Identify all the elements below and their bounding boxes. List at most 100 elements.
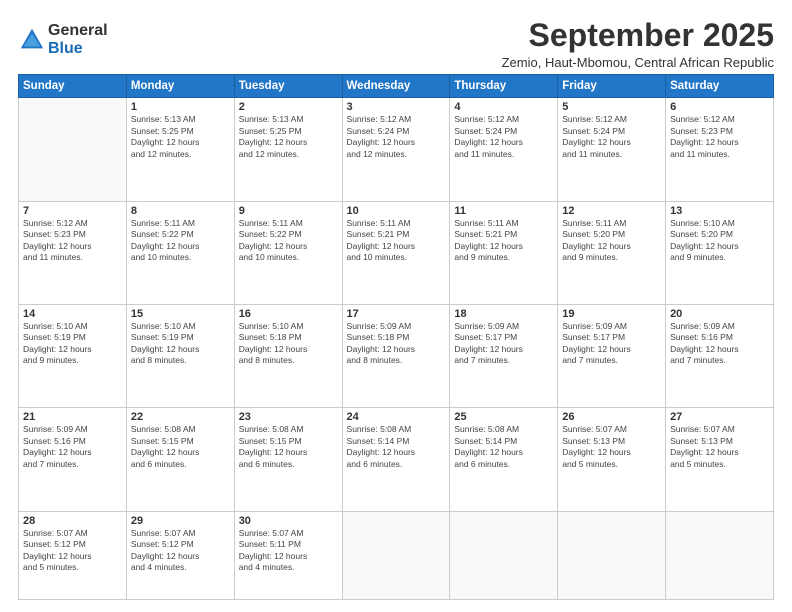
calendar-cell: 18Sunrise: 5:09 AM Sunset: 5:17 PM Dayli… bbox=[450, 304, 558, 407]
day-info: Sunrise: 5:08 AM Sunset: 5:15 PM Dayligh… bbox=[239, 424, 338, 470]
col-header-sunday: Sunday bbox=[19, 75, 127, 98]
calendar-cell: 9Sunrise: 5:11 AM Sunset: 5:22 PM Daylig… bbox=[234, 201, 342, 304]
day-number: 5 bbox=[562, 101, 661, 113]
calendar-week-row: 7Sunrise: 5:12 AM Sunset: 5:23 PM Daylig… bbox=[19, 201, 774, 304]
col-header-thursday: Thursday bbox=[450, 75, 558, 98]
header: General Blue September 2025 Zemio, Haut-… bbox=[18, 18, 774, 70]
day-info: Sunrise: 5:11 AM Sunset: 5:22 PM Dayligh… bbox=[239, 218, 338, 264]
calendar-cell: 10Sunrise: 5:11 AM Sunset: 5:21 PM Dayli… bbox=[342, 201, 450, 304]
calendar-cell: 29Sunrise: 5:07 AM Sunset: 5:12 PM Dayli… bbox=[126, 511, 234, 599]
day-number: 26 bbox=[562, 411, 661, 423]
calendar-header-row: SundayMondayTuesdayWednesdayThursdayFrid… bbox=[19, 75, 774, 98]
logo-general: General bbox=[48, 22, 108, 40]
day-number: 7 bbox=[23, 205, 122, 217]
day-info: Sunrise: 5:10 AM Sunset: 5:20 PM Dayligh… bbox=[670, 218, 769, 264]
day-number: 11 bbox=[454, 205, 553, 217]
day-number: 22 bbox=[131, 411, 230, 423]
day-number: 9 bbox=[239, 205, 338, 217]
calendar-cell: 4Sunrise: 5:12 AM Sunset: 5:24 PM Daylig… bbox=[450, 98, 558, 201]
day-number: 13 bbox=[670, 205, 769, 217]
calendar-cell: 6Sunrise: 5:12 AM Sunset: 5:23 PM Daylig… bbox=[666, 98, 774, 201]
title-block: September 2025 Zemio, Haut-Mbomou, Centr… bbox=[502, 18, 774, 70]
calendar-cell bbox=[342, 511, 450, 599]
day-info: Sunrise: 5:09 AM Sunset: 5:18 PM Dayligh… bbox=[347, 321, 446, 367]
page: General Blue September 2025 Zemio, Haut-… bbox=[0, 0, 792, 612]
day-info: Sunrise: 5:09 AM Sunset: 5:17 PM Dayligh… bbox=[562, 321, 661, 367]
day-info: Sunrise: 5:12 AM Sunset: 5:23 PM Dayligh… bbox=[23, 218, 122, 264]
day-number: 25 bbox=[454, 411, 553, 423]
calendar-cell: 24Sunrise: 5:08 AM Sunset: 5:14 PM Dayli… bbox=[342, 408, 450, 511]
calendar-week-row: 14Sunrise: 5:10 AM Sunset: 5:19 PM Dayli… bbox=[19, 304, 774, 407]
day-number: 28 bbox=[23, 515, 122, 527]
calendar-cell: 30Sunrise: 5:07 AM Sunset: 5:11 PM Dayli… bbox=[234, 511, 342, 599]
calendar-week-row: 21Sunrise: 5:09 AM Sunset: 5:16 PM Dayli… bbox=[19, 408, 774, 511]
calendar-cell bbox=[19, 98, 127, 201]
day-info: Sunrise: 5:07 AM Sunset: 5:13 PM Dayligh… bbox=[670, 424, 769, 470]
day-number: 19 bbox=[562, 308, 661, 320]
calendar-cell: 5Sunrise: 5:12 AM Sunset: 5:24 PM Daylig… bbox=[558, 98, 666, 201]
day-number: 4 bbox=[454, 101, 553, 113]
day-info: Sunrise: 5:08 AM Sunset: 5:14 PM Dayligh… bbox=[347, 424, 446, 470]
day-info: Sunrise: 5:13 AM Sunset: 5:25 PM Dayligh… bbox=[239, 114, 338, 160]
calendar-cell: 19Sunrise: 5:09 AM Sunset: 5:17 PM Dayli… bbox=[558, 304, 666, 407]
col-header-tuesday: Tuesday bbox=[234, 75, 342, 98]
day-info: Sunrise: 5:07 AM Sunset: 5:12 PM Dayligh… bbox=[23, 528, 122, 574]
day-info: Sunrise: 5:11 AM Sunset: 5:20 PM Dayligh… bbox=[562, 218, 661, 264]
col-header-saturday: Saturday bbox=[666, 75, 774, 98]
day-info: Sunrise: 5:10 AM Sunset: 5:18 PM Dayligh… bbox=[239, 321, 338, 367]
day-info: Sunrise: 5:08 AM Sunset: 5:15 PM Dayligh… bbox=[131, 424, 230, 470]
calendar-cell: 16Sunrise: 5:10 AM Sunset: 5:18 PM Dayli… bbox=[234, 304, 342, 407]
day-info: Sunrise: 5:10 AM Sunset: 5:19 PM Dayligh… bbox=[131, 321, 230, 367]
day-info: Sunrise: 5:09 AM Sunset: 5:17 PM Dayligh… bbox=[454, 321, 553, 367]
month-title: September 2025 bbox=[502, 18, 774, 53]
day-number: 3 bbox=[347, 101, 446, 113]
col-header-monday: Monday bbox=[126, 75, 234, 98]
calendar-week-row: 1Sunrise: 5:13 AM Sunset: 5:25 PM Daylig… bbox=[19, 98, 774, 201]
calendar-cell: 26Sunrise: 5:07 AM Sunset: 5:13 PM Dayli… bbox=[558, 408, 666, 511]
day-info: Sunrise: 5:07 AM Sunset: 5:13 PM Dayligh… bbox=[562, 424, 661, 470]
day-info: Sunrise: 5:12 AM Sunset: 5:24 PM Dayligh… bbox=[562, 114, 661, 160]
day-number: 8 bbox=[131, 205, 230, 217]
day-info: Sunrise: 5:07 AM Sunset: 5:11 PM Dayligh… bbox=[239, 528, 338, 574]
day-info: Sunrise: 5:10 AM Sunset: 5:19 PM Dayligh… bbox=[23, 321, 122, 367]
day-info: Sunrise: 5:08 AM Sunset: 5:14 PM Dayligh… bbox=[454, 424, 553, 470]
calendar-cell: 23Sunrise: 5:08 AM Sunset: 5:15 PM Dayli… bbox=[234, 408, 342, 511]
calendar-cell: 27Sunrise: 5:07 AM Sunset: 5:13 PM Dayli… bbox=[666, 408, 774, 511]
day-number: 18 bbox=[454, 308, 553, 320]
day-info: Sunrise: 5:13 AM Sunset: 5:25 PM Dayligh… bbox=[131, 114, 230, 160]
calendar-cell: 2Sunrise: 5:13 AM Sunset: 5:25 PM Daylig… bbox=[234, 98, 342, 201]
day-info: Sunrise: 5:11 AM Sunset: 5:21 PM Dayligh… bbox=[347, 218, 446, 264]
calendar-cell: 3Sunrise: 5:12 AM Sunset: 5:24 PM Daylig… bbox=[342, 98, 450, 201]
calendar-cell: 1Sunrise: 5:13 AM Sunset: 5:25 PM Daylig… bbox=[126, 98, 234, 201]
day-info: Sunrise: 5:12 AM Sunset: 5:24 PM Dayligh… bbox=[347, 114, 446, 160]
calendar-cell: 14Sunrise: 5:10 AM Sunset: 5:19 PM Dayli… bbox=[19, 304, 127, 407]
day-number: 12 bbox=[562, 205, 661, 217]
day-number: 17 bbox=[347, 308, 446, 320]
day-number: 24 bbox=[347, 411, 446, 423]
day-info: Sunrise: 5:12 AM Sunset: 5:24 PM Dayligh… bbox=[454, 114, 553, 160]
day-number: 30 bbox=[239, 515, 338, 527]
day-number: 2 bbox=[239, 101, 338, 113]
day-info: Sunrise: 5:12 AM Sunset: 5:23 PM Dayligh… bbox=[670, 114, 769, 160]
col-header-wednesday: Wednesday bbox=[342, 75, 450, 98]
day-info: Sunrise: 5:11 AM Sunset: 5:21 PM Dayligh… bbox=[454, 218, 553, 264]
calendar-cell: 21Sunrise: 5:09 AM Sunset: 5:16 PM Dayli… bbox=[19, 408, 127, 511]
day-number: 16 bbox=[239, 308, 338, 320]
calendar-table: SundayMondayTuesdayWednesdayThursdayFrid… bbox=[18, 74, 774, 600]
day-number: 23 bbox=[239, 411, 338, 423]
day-info: Sunrise: 5:11 AM Sunset: 5:22 PM Dayligh… bbox=[131, 218, 230, 264]
logo-text: General Blue bbox=[48, 22, 108, 57]
day-number: 14 bbox=[23, 308, 122, 320]
location-subtitle: Zemio, Haut-Mbomou, Central African Repu… bbox=[502, 55, 774, 70]
day-info: Sunrise: 5:09 AM Sunset: 5:16 PM Dayligh… bbox=[23, 424, 122, 470]
day-number: 29 bbox=[131, 515, 230, 527]
day-number: 21 bbox=[23, 411, 122, 423]
calendar-cell: 25Sunrise: 5:08 AM Sunset: 5:14 PM Dayli… bbox=[450, 408, 558, 511]
day-info: Sunrise: 5:09 AM Sunset: 5:16 PM Dayligh… bbox=[670, 321, 769, 367]
logo-icon bbox=[18, 26, 46, 54]
calendar-cell: 28Sunrise: 5:07 AM Sunset: 5:12 PM Dayli… bbox=[19, 511, 127, 599]
calendar-cell bbox=[666, 511, 774, 599]
col-header-friday: Friday bbox=[558, 75, 666, 98]
day-number: 27 bbox=[670, 411, 769, 423]
calendar-cell: 12Sunrise: 5:11 AM Sunset: 5:20 PM Dayli… bbox=[558, 201, 666, 304]
